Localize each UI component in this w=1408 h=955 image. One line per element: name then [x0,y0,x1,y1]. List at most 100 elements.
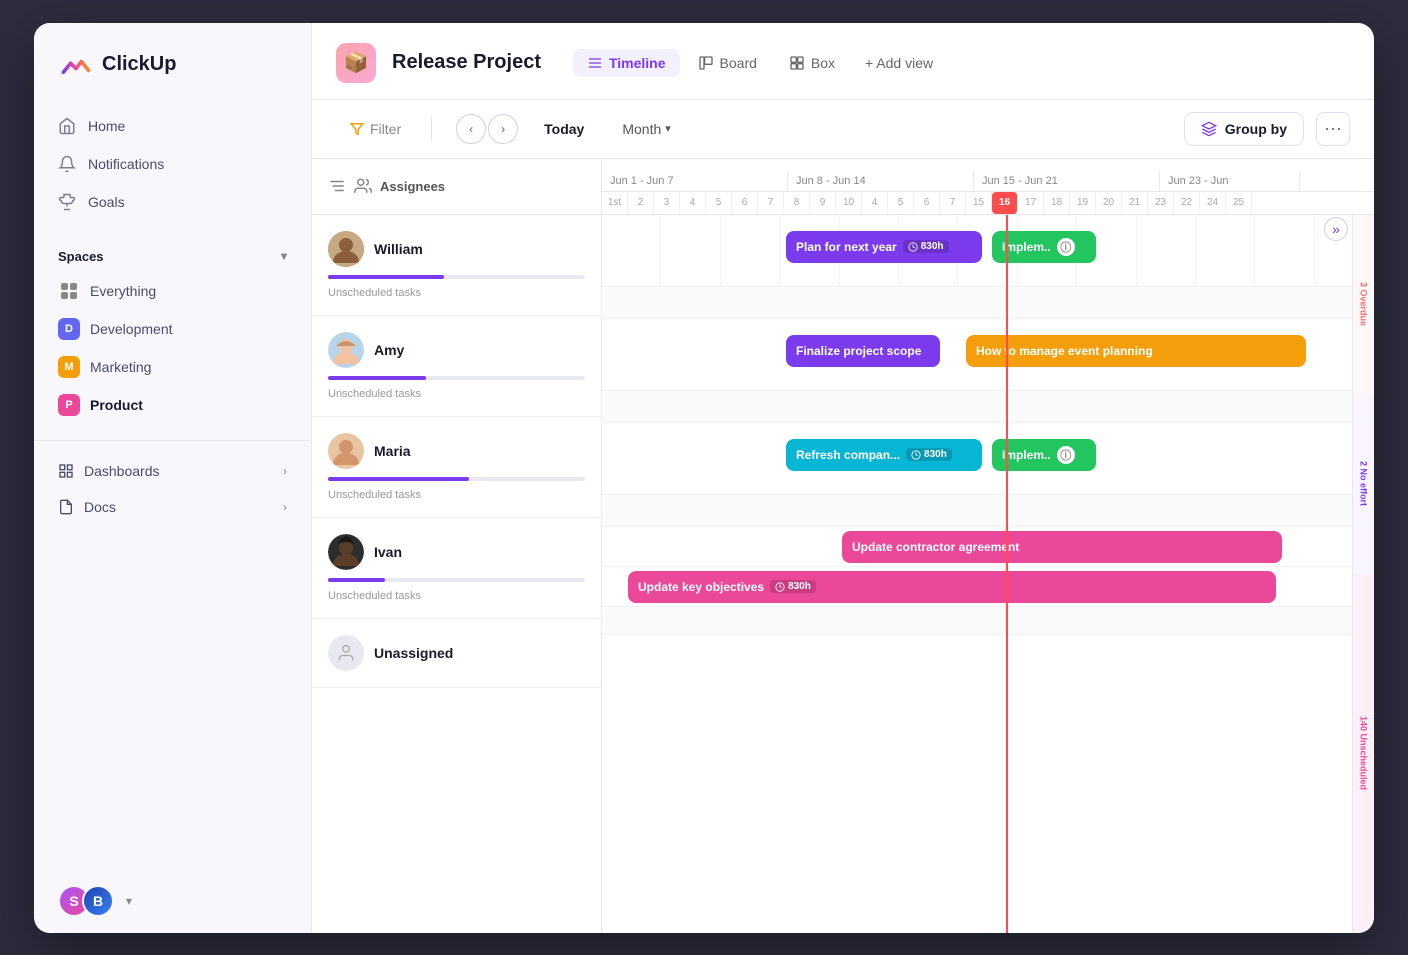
docs-chevron: › [283,500,287,514]
ivan-name: Ivan [374,544,402,560]
ivan-avatar [328,534,364,570]
assignee-row-william: William Unscheduled tasks [312,215,601,316]
right-label-unscheduled: 140 Unscheduled [1353,574,1374,933]
today-button[interactable]: Today [530,115,598,143]
day-4-w1: 4 [680,192,706,214]
sidebar-item-notifications-label: Notifications [88,156,164,172]
task-bar-plan-next-year[interactable]: Plan for next year 830h [786,231,982,263]
gc [661,215,720,286]
day-15: 15 [966,192,992,214]
assignee-row-amy: Amy Unscheduled tasks [312,316,601,417]
day-22: 22 [1174,192,1200,214]
development-label: Development [90,321,173,337]
task-objectives-time: 830h [770,580,816,593]
sidebar-item-development[interactable]: D Development [46,310,299,348]
task-bar-finalize-scope[interactable]: Finalize project scope [786,335,940,367]
board-icon [698,55,714,71]
marketing-badge: M [58,356,80,378]
maria-name: Maria [374,443,411,459]
day-6-w2: 6 [914,192,940,214]
gantt-row-amy-unscheduled [602,391,1374,423]
project-icon: 📦 [336,43,376,83]
everything-icon [58,280,80,302]
sidebar-item-notifications[interactable]: Notifications [46,145,299,183]
gantt-row-maria-tasks: Refresh compan... 830h Implem.. ⓘ [602,423,1374,495]
day-1st: 1st [602,192,628,214]
month-selector[interactable]: Month ▾ [610,115,682,143]
spaces-chevron: ▾ [281,249,287,263]
next-arrow[interactable]: › [488,114,518,144]
spaces-header[interactable]: Spaces ▾ [46,241,299,272]
assignee-info-william: William [328,231,585,267]
prev-arrow[interactable]: ‹ [456,114,486,144]
add-view-label: + Add view [865,55,933,71]
right-label-overdue: 3 Overdue [1353,215,1374,395]
sidebar-item-everything[interactable]: Everything [46,272,299,310]
sidebar-item-goals-label: Goals [88,194,125,210]
day-10: 10 [836,192,862,214]
sidebar-item-product[interactable]: P Product [46,386,299,424]
product-label: Product [90,397,143,413]
gantt-row-amy-tasks: Finalize project scope How to manage eve… [602,319,1374,391]
day-6-w1: 6 [732,192,758,214]
day-17: 17 [1018,192,1044,214]
task-implem-m-label: Implem.. [1002,448,1051,462]
home-icon [58,117,76,135]
today-label: Today [544,121,584,137]
sidebar-item-marketing[interactable]: M Marketing [46,348,299,386]
day-23: 23 [1148,192,1174,214]
gantt-row-william-tasks: Plan for next year 830h Implem.. ⓘ [602,215,1374,287]
week-label-2: Jun 8 - Jun 14 [788,171,974,191]
task-bar-contractor-agreement[interactable]: Update contractor agreement [842,531,1282,563]
ivan-unscheduled: Unscheduled tasks [328,586,585,610]
sidebar-item-goals[interactable]: Goals [46,183,299,221]
group-by-button[interactable]: Group by [1184,112,1304,146]
unassigned-name: Unassigned [374,645,453,661]
collapse-button[interactable]: » [1324,217,1348,241]
assignee-info-unassigned: Unassigned [328,635,585,671]
gantt-row-ivan-task2: Update key objectives 830h [602,567,1374,607]
day-16: 16 [992,192,1018,214]
logo: ClickUp [34,47,311,107]
task-implem-w-warn: ⓘ [1057,238,1075,256]
sidebar-item-home-label: Home [88,118,125,134]
task-bar-event-planning[interactable]: How to manage event planning [966,335,1306,367]
week-label-1: Jun 1 - Jun 7 [602,171,788,191]
tab-box[interactable]: Box [775,49,849,77]
day-5-w2: 5 [888,192,914,214]
everything-label: Everything [90,283,156,299]
marketing-label: Marketing [90,359,151,375]
filter-button[interactable]: Filter [336,115,415,143]
task-event-label: How to manage event planning [976,344,1153,358]
sidebar-item-home[interactable]: Home [46,107,299,145]
week-label-3: Jun 15 - Jun 21 [974,171,1160,191]
sidebar-item-docs[interactable]: Docs › [46,489,299,525]
task-refresh-label: Refresh compan... [796,448,900,462]
gc [1255,215,1314,286]
gantt-area: Jun 1 - Jun 7 Jun 8 - Jun 14 Jun 15 - Ju… [602,159,1374,933]
gc [1137,215,1196,286]
clickup-logo-icon [58,47,94,83]
more-button[interactable]: ··· [1316,112,1350,146]
task-bar-key-objectives[interactable]: Update key objectives 830h [628,571,1276,603]
gantt-row-unassigned [602,635,1374,685]
tab-board[interactable]: Board [684,49,771,77]
add-view-btn[interactable]: + Add view [853,49,945,77]
timeline-icon [587,55,603,71]
tab-timeline[interactable]: Timeline [573,49,680,77]
timeline-area: Assignees William Unscheduled tasks [312,159,1374,933]
gantt-row-ivan-unscheduled [602,607,1374,635]
footer-dropdown[interactable]: ▾ [126,894,132,908]
sidebar-item-dashboards[interactable]: Dashboards › [46,453,299,489]
william-unscheduled: Unscheduled tasks [328,283,585,307]
tab-box-label: Box [811,55,835,71]
assignee-row-unassigned: Unassigned [312,619,601,688]
gantt-body: Plan for next year 830h Implem.. ⓘ [602,215,1374,933]
timeline-toolbar: Filter ‹ › Today Month ▾ Group by ··· [312,100,1374,159]
users-icon [354,177,372,195]
sidebar: ClickUp Home Notifications Goals Spaces … [34,23,312,933]
amy-name: Amy [374,342,404,358]
dashboards-label: Dashboards [84,463,160,479]
maria-progress-container [328,477,585,481]
task-bar-refresh-company[interactable]: Refresh compan... 830h [786,439,982,471]
